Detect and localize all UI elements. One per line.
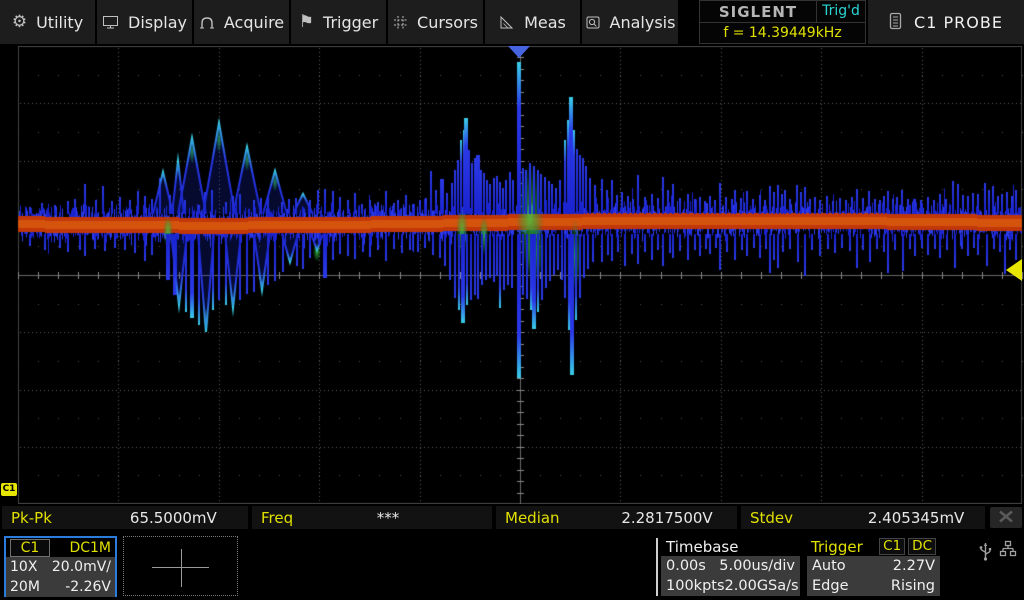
channel-coupling: DC1M — [69, 540, 111, 556]
menu-item-analysis[interactable]: Analysis — [582, 0, 678, 44]
measurement-value: *** — [377, 509, 400, 527]
setsquare-icon — [499, 15, 515, 30]
trigger-coupling-chip[interactable]: DC — [908, 538, 936, 555]
flag-icon: ⚑ — [299, 14, 314, 31]
timebase-title: Timebase — [661, 537, 800, 556]
close-icon — [998, 508, 1014, 527]
measurement-label: Stdev — [741, 509, 868, 527]
measurement-label: Pk-Pk — [2, 509, 130, 527]
menu-label: Meas — [524, 13, 566, 32]
measurement-label: Freq — [252, 509, 377, 527]
channel-name-chip[interactable]: C1 — [10, 539, 50, 557]
timebase-points: 100kpts — [666, 578, 725, 594]
trigger-panel[interactable]: Trigger C1 DC Auto 2.27V Edge Rising — [807, 537, 940, 596]
timebase-delay: 0.00s — [666, 558, 706, 574]
menu-item-trigger[interactable]: ⚑ Trigger — [291, 0, 386, 44]
waveform-canvas — [0, 46, 1024, 504]
menu-label: Display — [128, 13, 187, 32]
measurement-stdev[interactable]: Stdev 2.405345mV — [741, 506, 985, 529]
measurement-close-button[interactable] — [990, 507, 1022, 528]
trigger-slope: Rising — [891, 578, 935, 594]
arch-icon — [199, 15, 215, 30]
trigger-level: 2.27V — [893, 558, 935, 574]
probe-label: C1 PROBE — [914, 13, 1003, 32]
channel-scale: 20.0mV/ — [52, 559, 111, 575]
menu-item-cursors[interactable]: Cursors — [388, 0, 483, 44]
measurement-median[interactable]: Median 2.2817500V — [496, 506, 737, 529]
crosshatch-icon — [393, 15, 408, 30]
measurement-value: 2.2817500V — [621, 509, 712, 527]
channel-attenuation: 10X — [10, 559, 37, 575]
menu-label: Utility — [36, 13, 83, 32]
measurement-pkpk[interactable]: Pk-Pk 65.5000mV — [2, 506, 248, 529]
channel-offset-marker[interactable]: C1 — [1, 483, 17, 496]
trigger-status-badge: Trig'd — [816, 1, 865, 22]
channel-bandwidth: 20M — [10, 579, 40, 595]
trigger-mode: Auto — [812, 558, 846, 574]
trigger-title: Trigger — [811, 538, 876, 556]
menu-item-meas[interactable]: Meas — [485, 0, 580, 44]
probe-icon — [889, 11, 902, 34]
trigger-level-marker[interactable] — [1006, 259, 1022, 281]
measurement-freq[interactable]: Freq *** — [252, 506, 492, 529]
menu-item-acquire[interactable]: Acquire — [194, 0, 289, 44]
lan-icon — [999, 540, 1017, 566]
trigger-source-chip[interactable]: C1 — [879, 538, 905, 555]
gear-icon: ⚙ — [12, 14, 27, 31]
panel-separator — [656, 538, 658, 596]
measurement-value: 65.5000mV — [130, 509, 217, 527]
siglent-logo: SIGLENT — [700, 3, 816, 21]
measurement-label: Median — [496, 509, 621, 527]
trigger-type: Edge — [812, 578, 849, 594]
timebase-panel[interactable]: Timebase 0.00s 5.00us/div 100kpts 2.00GS… — [661, 537, 800, 596]
top-menu-bar: ⚙ Utility Display Acquire ⚑ Trigger Curs… — [0, 0, 1024, 46]
menu-item-utility[interactable]: ⚙ Utility — [0, 0, 95, 44]
frequency-counter: f = 14.39449kHz — [700, 23, 865, 44]
measurement-value: 2.405345mV — [868, 509, 964, 527]
channel-offset-value: -2.26V — [65, 579, 111, 595]
brand-status-panel: SIGLENT Trig'd f = 14.39449kHz — [699, 0, 866, 44]
menu-label: Cursors — [417, 13, 478, 32]
menu-item-display[interactable]: Display — [97, 0, 192, 44]
timebase-scale: 5.00us/div — [719, 558, 795, 574]
menu-label: Acquire — [224, 13, 284, 32]
magnifier-doc-icon — [585, 15, 601, 30]
trigger-position-marker[interactable] — [508, 46, 530, 58]
menu-label: Analysis — [610, 13, 676, 32]
usb-icon — [978, 540, 993, 566]
oscilloscope-screen: ⚙ Utility Display Acquire ⚑ Trigger Curs… — [0, 0, 1024, 600]
monitor-icon — [102, 14, 119, 30]
channel-info-box[interactable]: C1 DC1M 10X 20.0mV/ 20M -2.26V — [4, 536, 117, 597]
probe-menu-button[interactable]: C1 PROBE — [868, 0, 1024, 44]
add-channel-box[interactable] — [123, 536, 238, 596]
waveform-display-area[interactable]: C1 — [0, 46, 1024, 504]
measurement-bar: Pk-Pk 65.5000mV Freq *** Median 2.281750… — [0, 506, 1024, 530]
timebase-rate: 2.00GSa/s — [725, 578, 799, 594]
bottom-status-bar: C1 DC1M 10X 20.0mV/ 20M -2.26V Timebase … — [0, 532, 1024, 600]
menu-label: Trigger — [323, 13, 378, 32]
